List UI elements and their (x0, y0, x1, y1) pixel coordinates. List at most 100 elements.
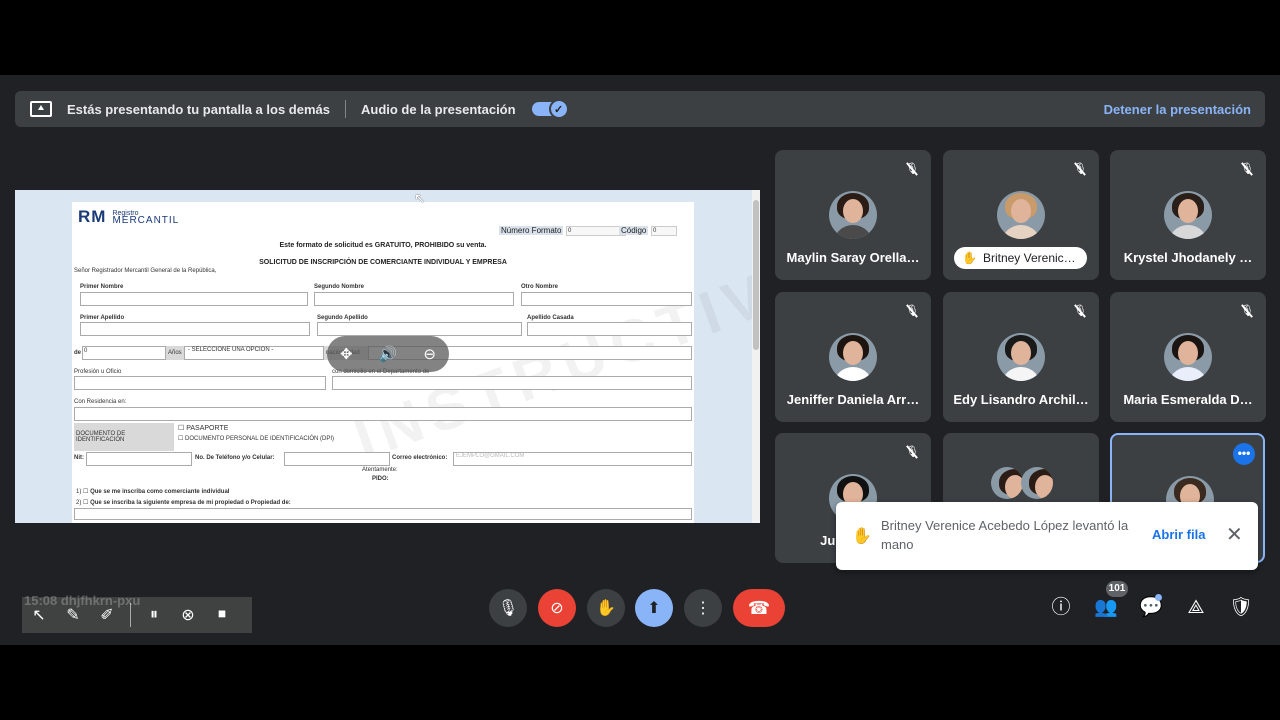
close-icon[interactable]: ✕ (1226, 522, 1243, 547)
gratuito-notice: Este formato de solicitud es GRATUITO, P… (279, 242, 487, 249)
domicilio-field[interactable] (332, 376, 692, 390)
participant-name: Maylin Saray Orella… (786, 250, 920, 265)
correo-field[interactable]: EJEMPLO@GMAIL.COM (453, 452, 692, 466)
check-icon: ✓ (548, 99, 569, 119)
nit-label: Nit: (74, 455, 84, 461)
profesion-label: Profesión u Oficio (74, 369, 122, 375)
participant-tile[interactable]: 🎙 Krystel Jhodanely … (1110, 150, 1266, 280)
mic-off-icon: 🎙 (905, 305, 919, 317)
empresa-field[interactable] (74, 508, 692, 520)
camera-off-icon: ⊘ (550, 600, 564, 617)
mouse-cursor-icon: ↖ (414, 190, 426, 206)
mic-button[interactable]: 🎙 (489, 589, 527, 627)
greeting: Señor Registrador Mercantil General de l… (74, 268, 217, 274)
volume-icon[interactable]: 🔊 (379, 345, 398, 363)
de-label: de (74, 350, 82, 356)
anios-label: Años (166, 346, 184, 360)
pen-icon[interactable]: ✎ (56, 605, 90, 625)
mic-off-icon: 🎙 (905, 163, 919, 175)
doc-identificacion-label: DOCUMENTO DE IDENTIFICACIÓN (74, 423, 174, 451)
avatar (1164, 191, 1212, 239)
mic-off-icon: 🎙 (1073, 163, 1087, 175)
presenting-text: Estás presentando tu pantalla a los demá… (67, 101, 330, 117)
segundo-apellido-label: Segundo Apellido (317, 315, 368, 321)
hand-icon: ✋ (852, 528, 872, 545)
pasaporte-option[interactable]: ☐ PASAPORTE (178, 424, 228, 432)
pointer-icon[interactable]: ↖ (22, 605, 56, 625)
info-icon[interactable]: ⓘ (1048, 595, 1074, 621)
activities-icon[interactable]: ⟁ (1183, 595, 1209, 621)
banner-divider (344, 100, 346, 118)
mic-icon: 🎙 (497, 600, 519, 617)
primer-apellido-label: Primer Apellido (80, 315, 125, 321)
participant-tile[interactable]: 🎙 ✋ Britney Verenic… (943, 150, 1099, 280)
hang-up-icon: ☎ (747, 597, 771, 618)
mic-off-icon: 🎙 (905, 446, 919, 458)
apellido-casada-label: Apellido Casada (527, 315, 574, 321)
people-icon[interactable]: 👥 (1093, 595, 1119, 621)
more-horiz-icon[interactable]: ••• (1233, 443, 1255, 465)
participant-tile[interactable]: 🎙 Maylin Saray Orella… (775, 150, 931, 280)
chat-notification-dot (1155, 594, 1162, 601)
minus-circle-icon[interactable]: ⊖ (423, 345, 436, 363)
stop-presenting-button[interactable]: Detener la presentación (1104, 102, 1251, 117)
leave-call-button[interactable]: ☎ (733, 589, 785, 627)
otro-nombre-field[interactable] (521, 292, 692, 306)
profesion-field[interactable] (74, 376, 326, 390)
pause-icon[interactable]: ⏸ (137, 606, 171, 624)
edad-field[interactable]: 0 (82, 346, 166, 360)
segundo-apellido-field[interactable] (317, 322, 522, 336)
shared-screen: INSTRUCTIVO RM RegistroMERCANTIL Número … (15, 190, 760, 523)
avatar (829, 333, 877, 381)
option-1[interactable]: 1) ☐ Que se me inscriba como comerciante… (76, 488, 229, 495)
avatar (1164, 333, 1212, 381)
audio-label: Audio de la presentación (360, 101, 516, 117)
apellido-casada-field[interactable] (527, 322, 692, 336)
segundo-nombre-field[interactable] (314, 292, 514, 306)
participant-name-pill: ✋ Britney Verenic… (954, 247, 1087, 269)
telefono-label: No. De Teléfono y/o Celular: (195, 455, 275, 461)
participant-name: Jeniffer Daniela Arr… (786, 392, 920, 407)
stop-icon[interactable]: ⏹ (205, 606, 239, 624)
avatar (1021, 467, 1053, 499)
numero-formato-field[interactable]: 0 (566, 226, 626, 236)
more-options-button[interactable]: ⋮ (684, 589, 722, 627)
audio-toggle[interactable]: ✓ (531, 99, 569, 119)
telefono-field[interactable] (284, 452, 390, 466)
numero-formato-label: Número Formato (499, 226, 564, 235)
primer-apellido-field[interactable] (80, 322, 310, 336)
presenting-banner: Estás presentando tu pantalla a los demá… (15, 91, 1265, 127)
clear-icon[interactable]: ⊗ (171, 605, 205, 625)
camera-button[interactable]: ⊘ (538, 589, 576, 627)
cursor-icon[interactable]: ✥ (340, 345, 353, 363)
document-scrollbar[interactable] (752, 190, 760, 523)
codigo-field[interactable]: 0 (651, 226, 677, 236)
present-screen-icon: ⬆ (647, 600, 661, 617)
participant-name: Maria Esmeralda D… (1123, 392, 1253, 407)
mic-off-icon: 🎙 (1240, 305, 1254, 317)
participant-tile[interactable]: 🎙 Maria Esmeralda D… (1110, 292, 1266, 422)
participant-tile[interactable]: 🎙 Jeniffer Daniela Arr… (775, 292, 931, 422)
hand-icon: ✋ (962, 251, 977, 265)
hand-icon: ✋ (596, 600, 616, 617)
scrollbar-thumb[interactable] (753, 200, 759, 350)
participants-count-badge: 101 (1106, 581, 1128, 597)
option-2[interactable]: 2) ☐ Que se inscriba la siguiente empres… (76, 499, 291, 506)
participant-name: Edy Lisandro Archil… (953, 392, 1089, 407)
residencia-field[interactable] (74, 407, 692, 421)
avatar (991, 467, 1023, 499)
primer-nombre-field[interactable] (80, 292, 308, 306)
raise-hand-button[interactable]: ✋ (587, 589, 625, 627)
participant-name: Krystel Jhodanely … (1123, 250, 1253, 265)
eraser-icon[interactable]: ✐ (90, 605, 124, 625)
avatar (997, 191, 1045, 239)
open-queue-button[interactable]: Abrir fila (1152, 527, 1205, 542)
seleccione-dropdown[interactable]: - SELECCIONE UNA OPCION - (184, 346, 324, 360)
host-controls-icon[interactable]: 🛡 (1228, 595, 1254, 621)
nit-field[interactable] (86, 452, 192, 466)
codigo-label: Código (619, 226, 649, 235)
present-button[interactable]: ⬆ (635, 589, 673, 627)
participant-tile[interactable]: 🎙 Edy Lisandro Archil… (943, 292, 1099, 422)
dpi-option[interactable]: ☐ DOCUMENTO PERSONAL DE IDENTIFICACIÓN (… (178, 435, 334, 442)
avatar (829, 191, 877, 239)
